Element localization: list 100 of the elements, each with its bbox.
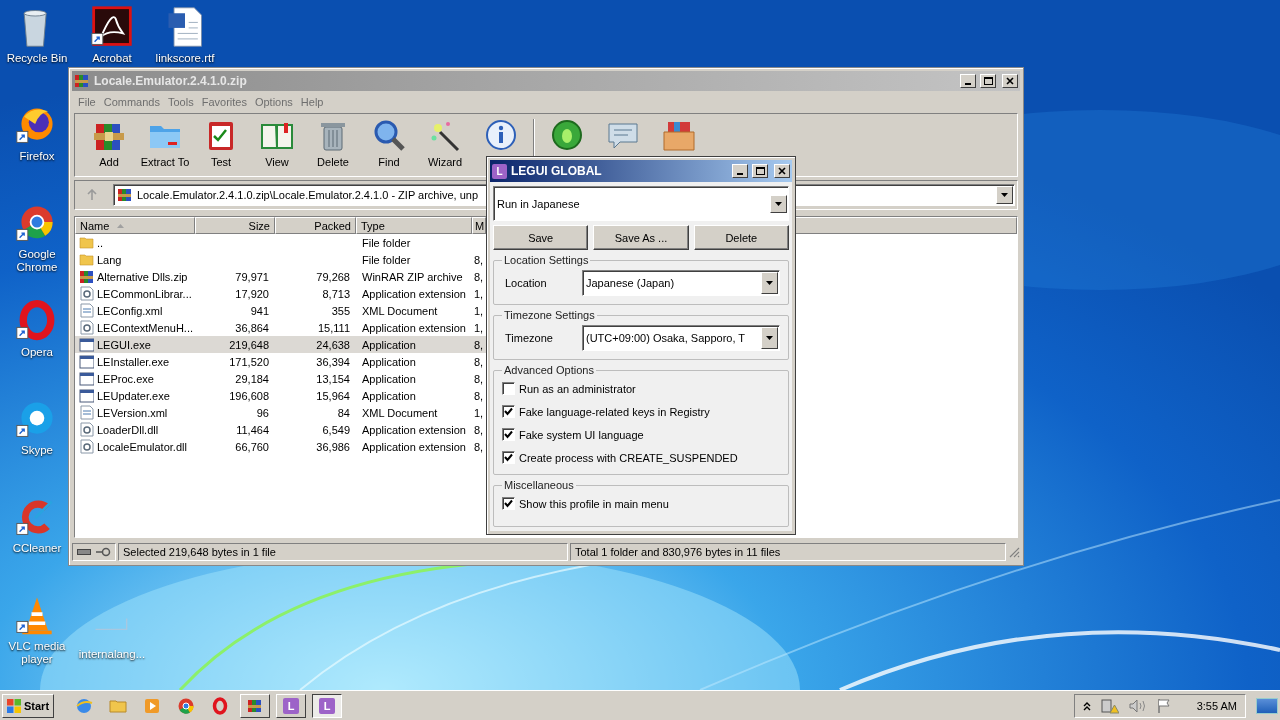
push-button[interactable]: Delete (693, 225, 789, 250)
ring-icon (211, 696, 229, 715)
checkbox[interactable] (502, 497, 515, 510)
toolbar-button[interactable]: Add (81, 116, 137, 174)
table-cell-text: 24,638 (315, 338, 351, 351)
close-icon (1006, 77, 1014, 85)
caret-icon (766, 336, 773, 340)
checkbox[interactable] (502, 382, 515, 395)
icon-label: Skype (21, 444, 53, 457)
file-row[interactable]: LEContextMenuH... 36,864 15,111 Application extension 1, (75, 319, 486, 336)
toolbar-button[interactable]: Extract To (137, 116, 193, 174)
taskbar-button[interactable] (240, 693, 270, 718)
up-arrow-icon (86, 189, 98, 201)
clock: 3:55 AM (1196, 699, 1237, 712)
checkbox[interactable] (502, 405, 515, 418)
show-desktop-button[interactable] (1256, 697, 1278, 714)
taskbar-button[interactable]: L (312, 693, 342, 718)
windows-logo-icon (6, 697, 22, 714)
menu-item[interactable]: Options (252, 96, 299, 108)
dropdown-button[interactable] (770, 194, 787, 213)
file-name: LEVersion.xml (97, 406, 168, 419)
app-icon: L (319, 697, 335, 714)
maximize-button[interactable] (752, 164, 768, 178)
maximize-button[interactable] (980, 74, 996, 88)
file-name: LEProc.exe (97, 372, 154, 385)
file-row[interactable]: LECommonLibrar... 17,920 8,713 Application extension 1, (75, 285, 486, 302)
table-cell-text: 941 (249, 304, 270, 317)
file-name: Alternative Dlls.zip (97, 270, 188, 283)
table-cell-text: 8, (473, 389, 485, 402)
column-header[interactable]: Type (356, 217, 472, 234)
icon-label: Recycle Bin (6, 52, 68, 65)
key-icon (95, 547, 111, 557)
table-cell-text: 8, (473, 440, 485, 453)
minimize-button[interactable] (960, 74, 976, 88)
file-row[interactable]: Alternative Dlls.zip 79,971 79,268 WinRAR ZIP archive 8, (75, 268, 486, 285)
table-cell-text: Application (361, 389, 417, 402)
file-name: LoaderDll.dll (97, 423, 159, 436)
dropdown-value: Run in Japanese (497, 197, 580, 210)
chevron-up-icon[interactable] (1082, 700, 1091, 711)
toolbar-button[interactable]: Find (361, 116, 417, 174)
program-icon (79, 337, 94, 352)
status-text: Selected 219,648 bytes in 1 file (123, 546, 276, 558)
checkbox-label: Show this profile in main menu (519, 497, 669, 510)
status-text: Total 1 folder and 830,976 bytes in 11 files (575, 546, 781, 558)
push-button[interactable]: Save As ... (593, 225, 689, 250)
column-header[interactable]: Name (75, 217, 195, 234)
toolbar-button[interactable]: View (249, 116, 305, 174)
minimize-button[interactable] (732, 164, 748, 178)
icon-label: internalang... (78, 648, 146, 661)
dropdown-button[interactable] (761, 327, 778, 349)
file-row[interactable]: LEConfig.xml 941 355 XML Document 1, (75, 302, 486, 319)
file-name: .. (97, 236, 104, 249)
table-cell-text: Application extension (361, 423, 467, 436)
checkbox[interactable] (502, 428, 515, 441)
dropdown-button[interactable] (761, 272, 778, 294)
icon-label: CCleaner (12, 542, 62, 555)
table-cell-text: 17,920 (234, 287, 270, 300)
file-row[interactable]: LEUpdater.exe 196,608 15,964 Application 8, (75, 387, 486, 404)
column-header[interactable]: Packed (275, 217, 356, 234)
library-icon (79, 320, 94, 335)
library-icon (79, 422, 94, 437)
start-button[interactable]: Start (2, 693, 54, 718)
file-row[interactable]: Lang File folder 8, (75, 251, 486, 268)
select-field[interactable]: Japanese (Japan) (582, 270, 780, 296)
group-title: Miscellaneous (503, 479, 575, 491)
file-row[interactable]: LocaleEmulator.dll 66,760 36,986 Application extension 8, (75, 438, 486, 455)
taskbar-button[interactable]: L (276, 693, 306, 718)
toolbar-button[interactable]: Delete (305, 116, 361, 174)
close-button[interactable] (774, 164, 790, 178)
table-cell-text: 36,864 (234, 321, 270, 334)
flag-icon[interactable] (1156, 697, 1171, 714)
table-cell-text: XML Document (361, 406, 439, 419)
info-icon (484, 118, 518, 152)
file-row[interactable]: LEGUI.exe 219,648 24,638 Application 8, (75, 336, 486, 353)
icon-label: Acrobat (92, 52, 132, 65)
caret-icon (775, 201, 782, 206)
file-row[interactable]: LoaderDll.dll 11,464 6,549 Application extension 8, (75, 421, 486, 438)
profile-dropdown[interactable]: Run in Japanese (493, 186, 789, 221)
menu-item[interactable]: Tools (166, 96, 200, 108)
file-row[interactable]: LEInstaller.exe 171,520 36,394 Application 8, (75, 353, 486, 370)
checkbox[interactable] (502, 451, 515, 464)
file-row[interactable]: LEProc.exe 29,184 13,154 Application 8, (75, 370, 486, 387)
push-button[interactable]: Save (493, 225, 589, 250)
file-row[interactable]: .. File folder (75, 234, 486, 251)
select-field[interactable]: (UTC+09:00) Osaka, Sapporo, T (582, 325, 780, 351)
column-header[interactable]: Size (195, 217, 275, 234)
file-name: LEGUI.exe (97, 338, 151, 351)
column-header[interactable]: M (472, 217, 486, 234)
file-row[interactable]: LEVersion.xml 96 84 XML Document 1, (75, 404, 486, 421)
window-title: LEGUI GLOBAL (511, 164, 603, 178)
icon-label: Opera (21, 346, 53, 359)
menu-item[interactable]: Commands (101, 96, 166, 108)
toolbar-button[interactable]: Wizard (417, 116, 473, 174)
file-name: LocaleEmulator.dll (97, 440, 187, 453)
folder-icon (79, 252, 94, 267)
toolbar-button[interactable]: Test (193, 116, 249, 174)
table-cell-text: 196,608 (228, 389, 270, 402)
close-button[interactable] (1002, 74, 1018, 88)
speaker-icon[interactable] (1128, 698, 1147, 713)
dropdown-button[interactable] (996, 186, 1013, 204)
